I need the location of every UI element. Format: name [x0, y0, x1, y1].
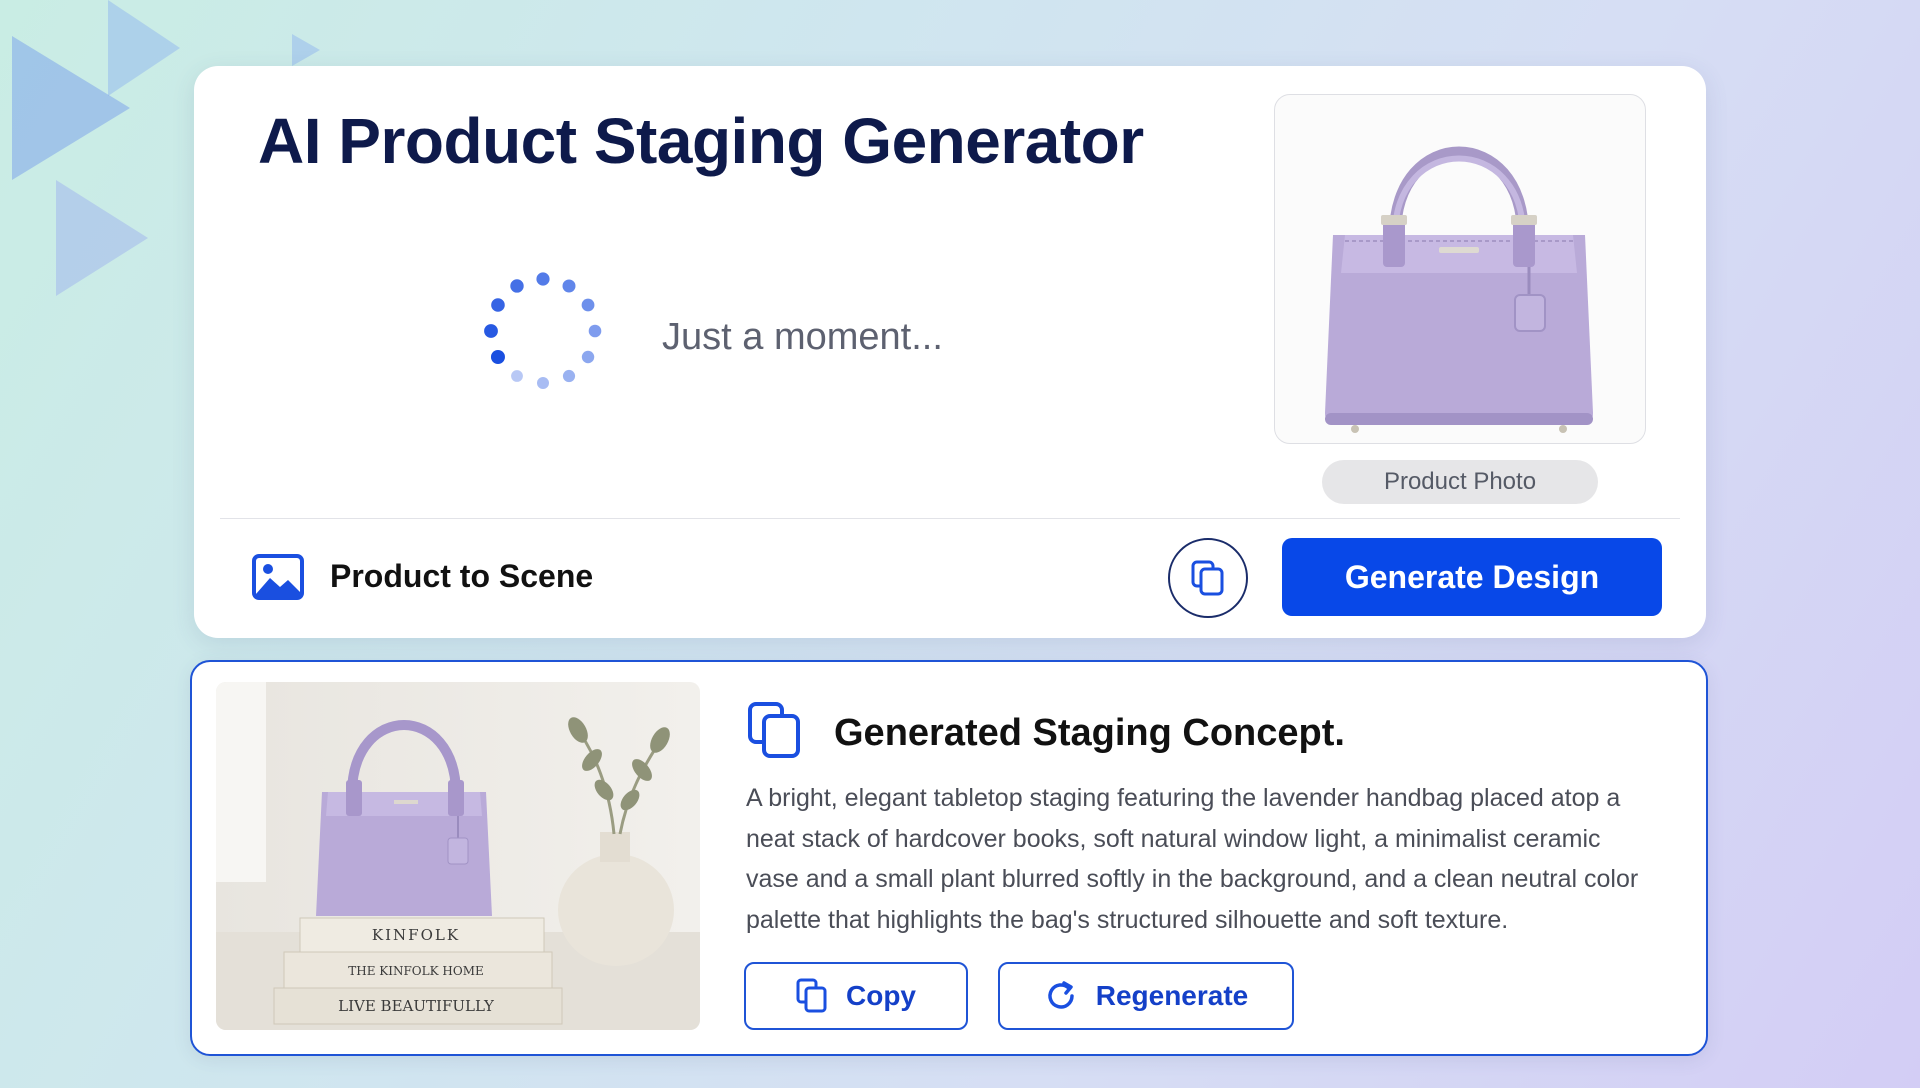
- background-triangle: [56, 180, 148, 296]
- regenerate-label: Regenerate: [1095, 980, 1249, 1011]
- copy-label: Copy: [846, 980, 916, 1011]
- mode-label: Product to Scene: [330, 558, 594, 594]
- spinner-dot: [510, 279, 524, 293]
- spinner-dot: [511, 370, 523, 382]
- generated-scene-image[interactable]: KINFOLK THE KINFOLK HOME LIVE BEAUTIFULL…: [216, 682, 700, 1030]
- page-title: AI Product Staging Generator: [258, 105, 1144, 177]
- refresh-icon: [1048, 981, 1074, 1009]
- product-photo-frame[interactable]: [1274, 94, 1646, 444]
- background-triangle: [108, 0, 180, 96]
- copy-icon: [796, 978, 827, 1013]
- spinner-dot: [537, 377, 549, 389]
- copy-text-button[interactable]: Copy: [744, 962, 968, 1030]
- result-title: Generated Staging Concept.: [834, 712, 1345, 754]
- spinner-dot: [484, 324, 498, 338]
- book-title: LIVE BEAUTIFULLY: [338, 997, 495, 1015]
- staging-image: KINFOLK THE KINFOLK HOME LIVE BEAUTIFULL…: [216, 682, 700, 1030]
- divider: [220, 518, 1680, 519]
- loading-text: Just a moment...: [662, 316, 943, 358]
- generator-card: AI Product Staging Generator Just a mome…: [194, 66, 1706, 638]
- spinner-dot: [581, 350, 595, 364]
- spinner-dot: [562, 279, 576, 293]
- image-icon: [252, 554, 304, 600]
- result-card: KINFOLK THE KINFOLK HOME LIVE BEAUTIFULL…: [190, 660, 1708, 1056]
- handbag-image: [1325, 146, 1593, 433]
- spinner-dot: [588, 324, 602, 338]
- result-description: A bright, elegant tabletop staging featu…: [746, 784, 1639, 934]
- spinner-dot: [491, 298, 505, 312]
- book-title: THE KINFOLK HOME: [348, 964, 484, 978]
- copy-icon: [748, 702, 800, 758]
- background-triangle: [292, 34, 320, 66]
- spinner-dot: [536, 272, 550, 286]
- loading-spinner: [484, 272, 602, 389]
- spinner-dot: [581, 298, 595, 312]
- spinner-dot: [490, 350, 505, 364]
- copy-icon: [1191, 560, 1224, 596]
- regenerate-button[interactable]: Regenerate: [998, 962, 1294, 1030]
- generate-design-button[interactable]: Generate Design: [1282, 538, 1662, 616]
- book-title: KINFOLK: [372, 926, 460, 944]
- spinner-dot: [562, 369, 576, 383]
- product-photo-label: Product Photo: [1322, 460, 1598, 504]
- copy-button[interactable]: [1168, 538, 1248, 618]
